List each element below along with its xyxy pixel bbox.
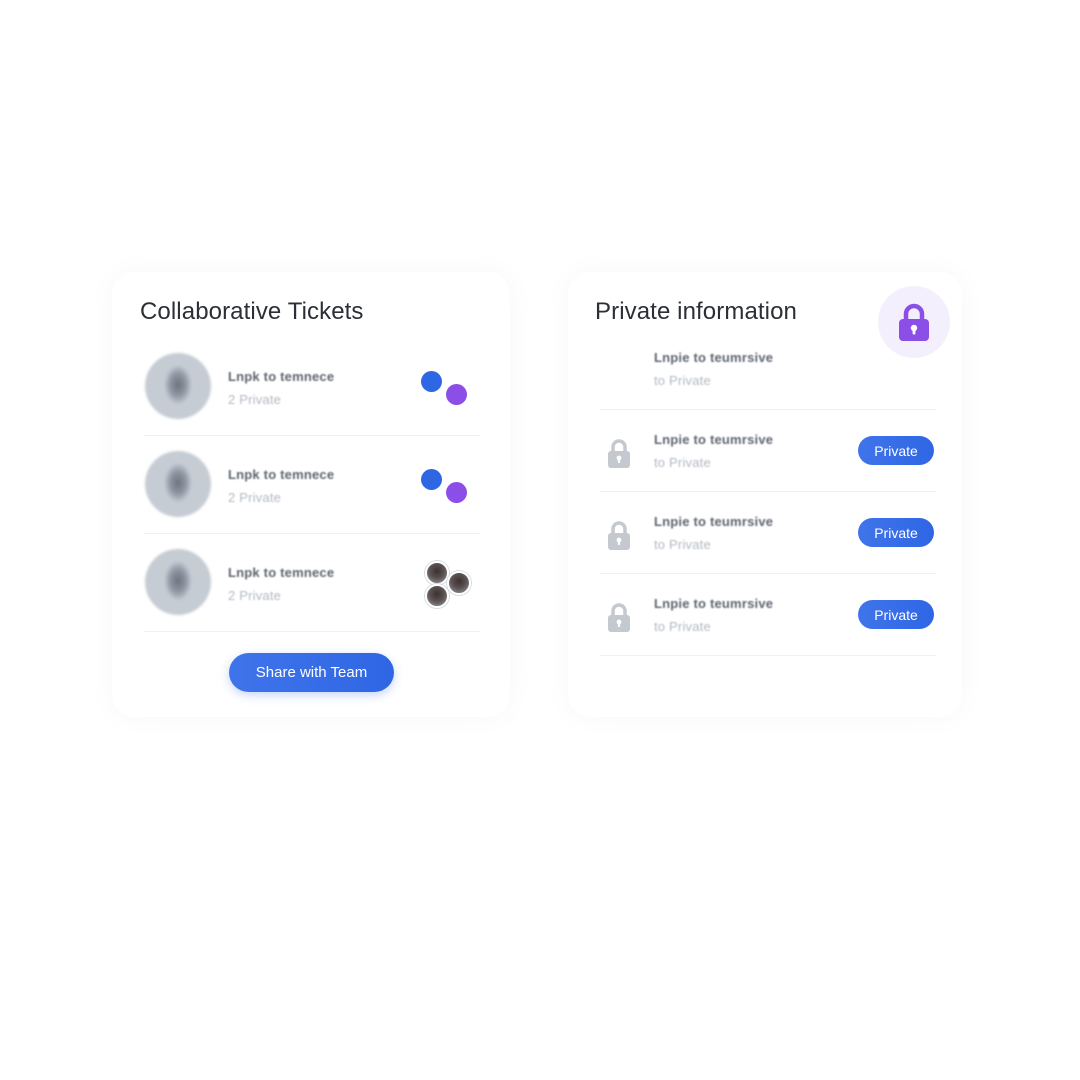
private-information-title: Private information (595, 298, 797, 325)
ticket-subtitle: 2 Private (228, 588, 282, 603)
private-row-subtitle: to Private (654, 455, 711, 470)
ticket-subtitle: 2 Private (228, 392, 282, 407)
private-badge-button[interactable]: Private (858, 518, 934, 547)
private-row[interactable]: Lnpie to teumrsive to Private Private (600, 410, 936, 492)
lock-icon (608, 521, 630, 550)
private-row-subtitle: to Private (654, 537, 711, 552)
private-information-card: Private information Lnpie to teumrsive t… (568, 272, 962, 717)
private-row-title: Lnpie to teumrsive (654, 350, 774, 365)
ticket-title: Lnpk to temnece (228, 467, 335, 482)
blue-status-dot (421, 469, 442, 490)
ticket-title: Lnpk to temnece (228, 565, 335, 580)
private-row[interactable]: Lnpie to teumrsive to Private Private (600, 492, 936, 574)
ticket-title: Lnpk to temnece (228, 369, 335, 384)
private-badge-button[interactable]: Private (858, 436, 934, 465)
avatar (145, 451, 211, 517)
ticket-row[interactable]: Lnpk to temnece 2 Private (144, 534, 480, 632)
private-row-title: Lnpie to teumrsive (654, 514, 774, 529)
avatar (145, 549, 211, 615)
ticket-row[interactable]: Lnpk to temnece 2 Private (144, 436, 480, 534)
purple-status-dot (446, 384, 467, 405)
private-badge-button[interactable]: Private (858, 600, 934, 629)
collaborative-tickets-title: Collaborative Tickets (140, 298, 364, 325)
purple-status-dot (446, 482, 467, 503)
share-with-team-button[interactable]: Share with Team (229, 653, 394, 692)
team-member-avatar (425, 584, 449, 608)
private-row-title: Lnpie to teumrsive (654, 432, 774, 447)
collaborative-tickets-card: Collaborative Tickets Lnpk to temnece 2 … (112, 272, 510, 717)
lock-icon (608, 439, 630, 468)
private-row-subtitle: to Private (654, 373, 711, 388)
team-member-avatar (425, 561, 449, 585)
private-row-subtitle: to Private (654, 619, 711, 634)
private-row-title: Lnpie to teumrsive (654, 596, 774, 611)
ticket-row[interactable]: Lnpk to temnece 2 Private (144, 338, 480, 436)
avatar (145, 353, 211, 419)
lock-icon (608, 603, 630, 632)
blue-status-dot (421, 371, 442, 392)
ticket-subtitle: 2 Private (228, 490, 282, 505)
private-row[interactable]: Lnpie to teumrsive to Private Private (600, 574, 936, 656)
team-member-avatar (447, 571, 471, 595)
private-row[interactable]: Lnpie to teumrsive to Private (600, 328, 936, 410)
